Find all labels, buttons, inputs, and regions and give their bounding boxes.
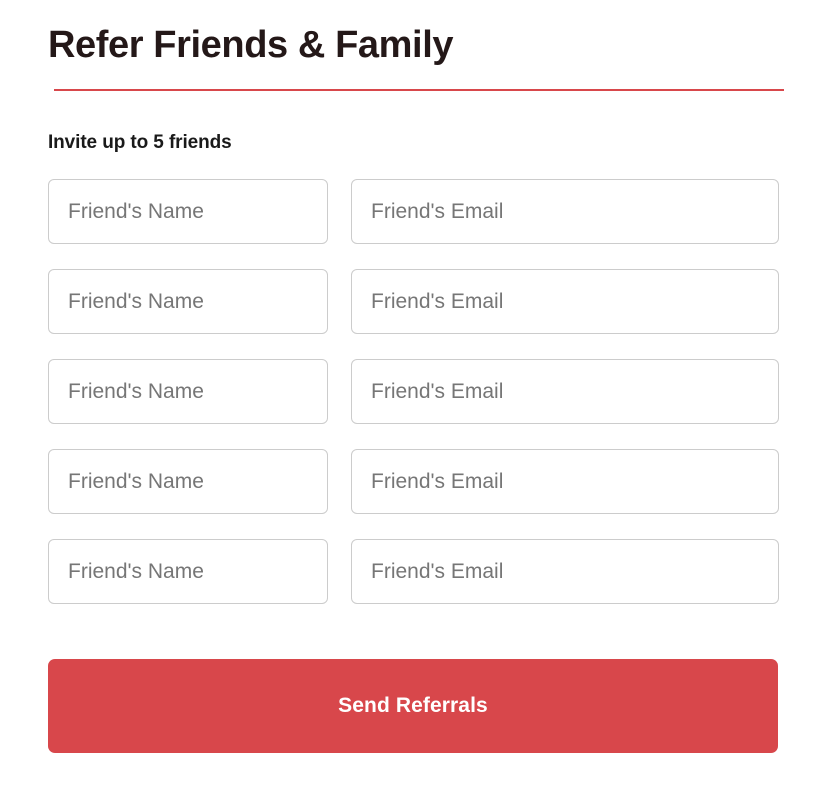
friend-email-input-5[interactable] (351, 539, 779, 604)
invite-row (48, 179, 790, 244)
send-referrals-button[interactable]: Send Referrals (48, 659, 778, 753)
submit-area: Send Referrals (48, 659, 790, 753)
friend-name-input-4[interactable] (48, 449, 328, 514)
refer-friends-page: Refer Friends & Family Invite up to 5 fr… (0, 0, 838, 792)
invite-limit-label: Invite up to 5 friends (48, 132, 232, 153)
invite-row (48, 449, 790, 514)
friend-email-input-3[interactable] (351, 359, 779, 424)
page-title: Refer Friends & Family (48, 24, 454, 66)
friend-name-input-5[interactable] (48, 539, 328, 604)
invite-row (48, 359, 790, 424)
invite-rows-list (48, 179, 790, 604)
friend-email-input-1[interactable] (351, 179, 779, 244)
friend-email-input-4[interactable] (351, 449, 779, 514)
invite-row (48, 269, 790, 334)
invite-row (48, 539, 790, 604)
friend-name-input-1[interactable] (48, 179, 328, 244)
friend-name-input-3[interactable] (48, 359, 328, 424)
friend-email-input-2[interactable] (351, 269, 779, 334)
friend-name-input-2[interactable] (48, 269, 328, 334)
title-divider (54, 89, 784, 91)
